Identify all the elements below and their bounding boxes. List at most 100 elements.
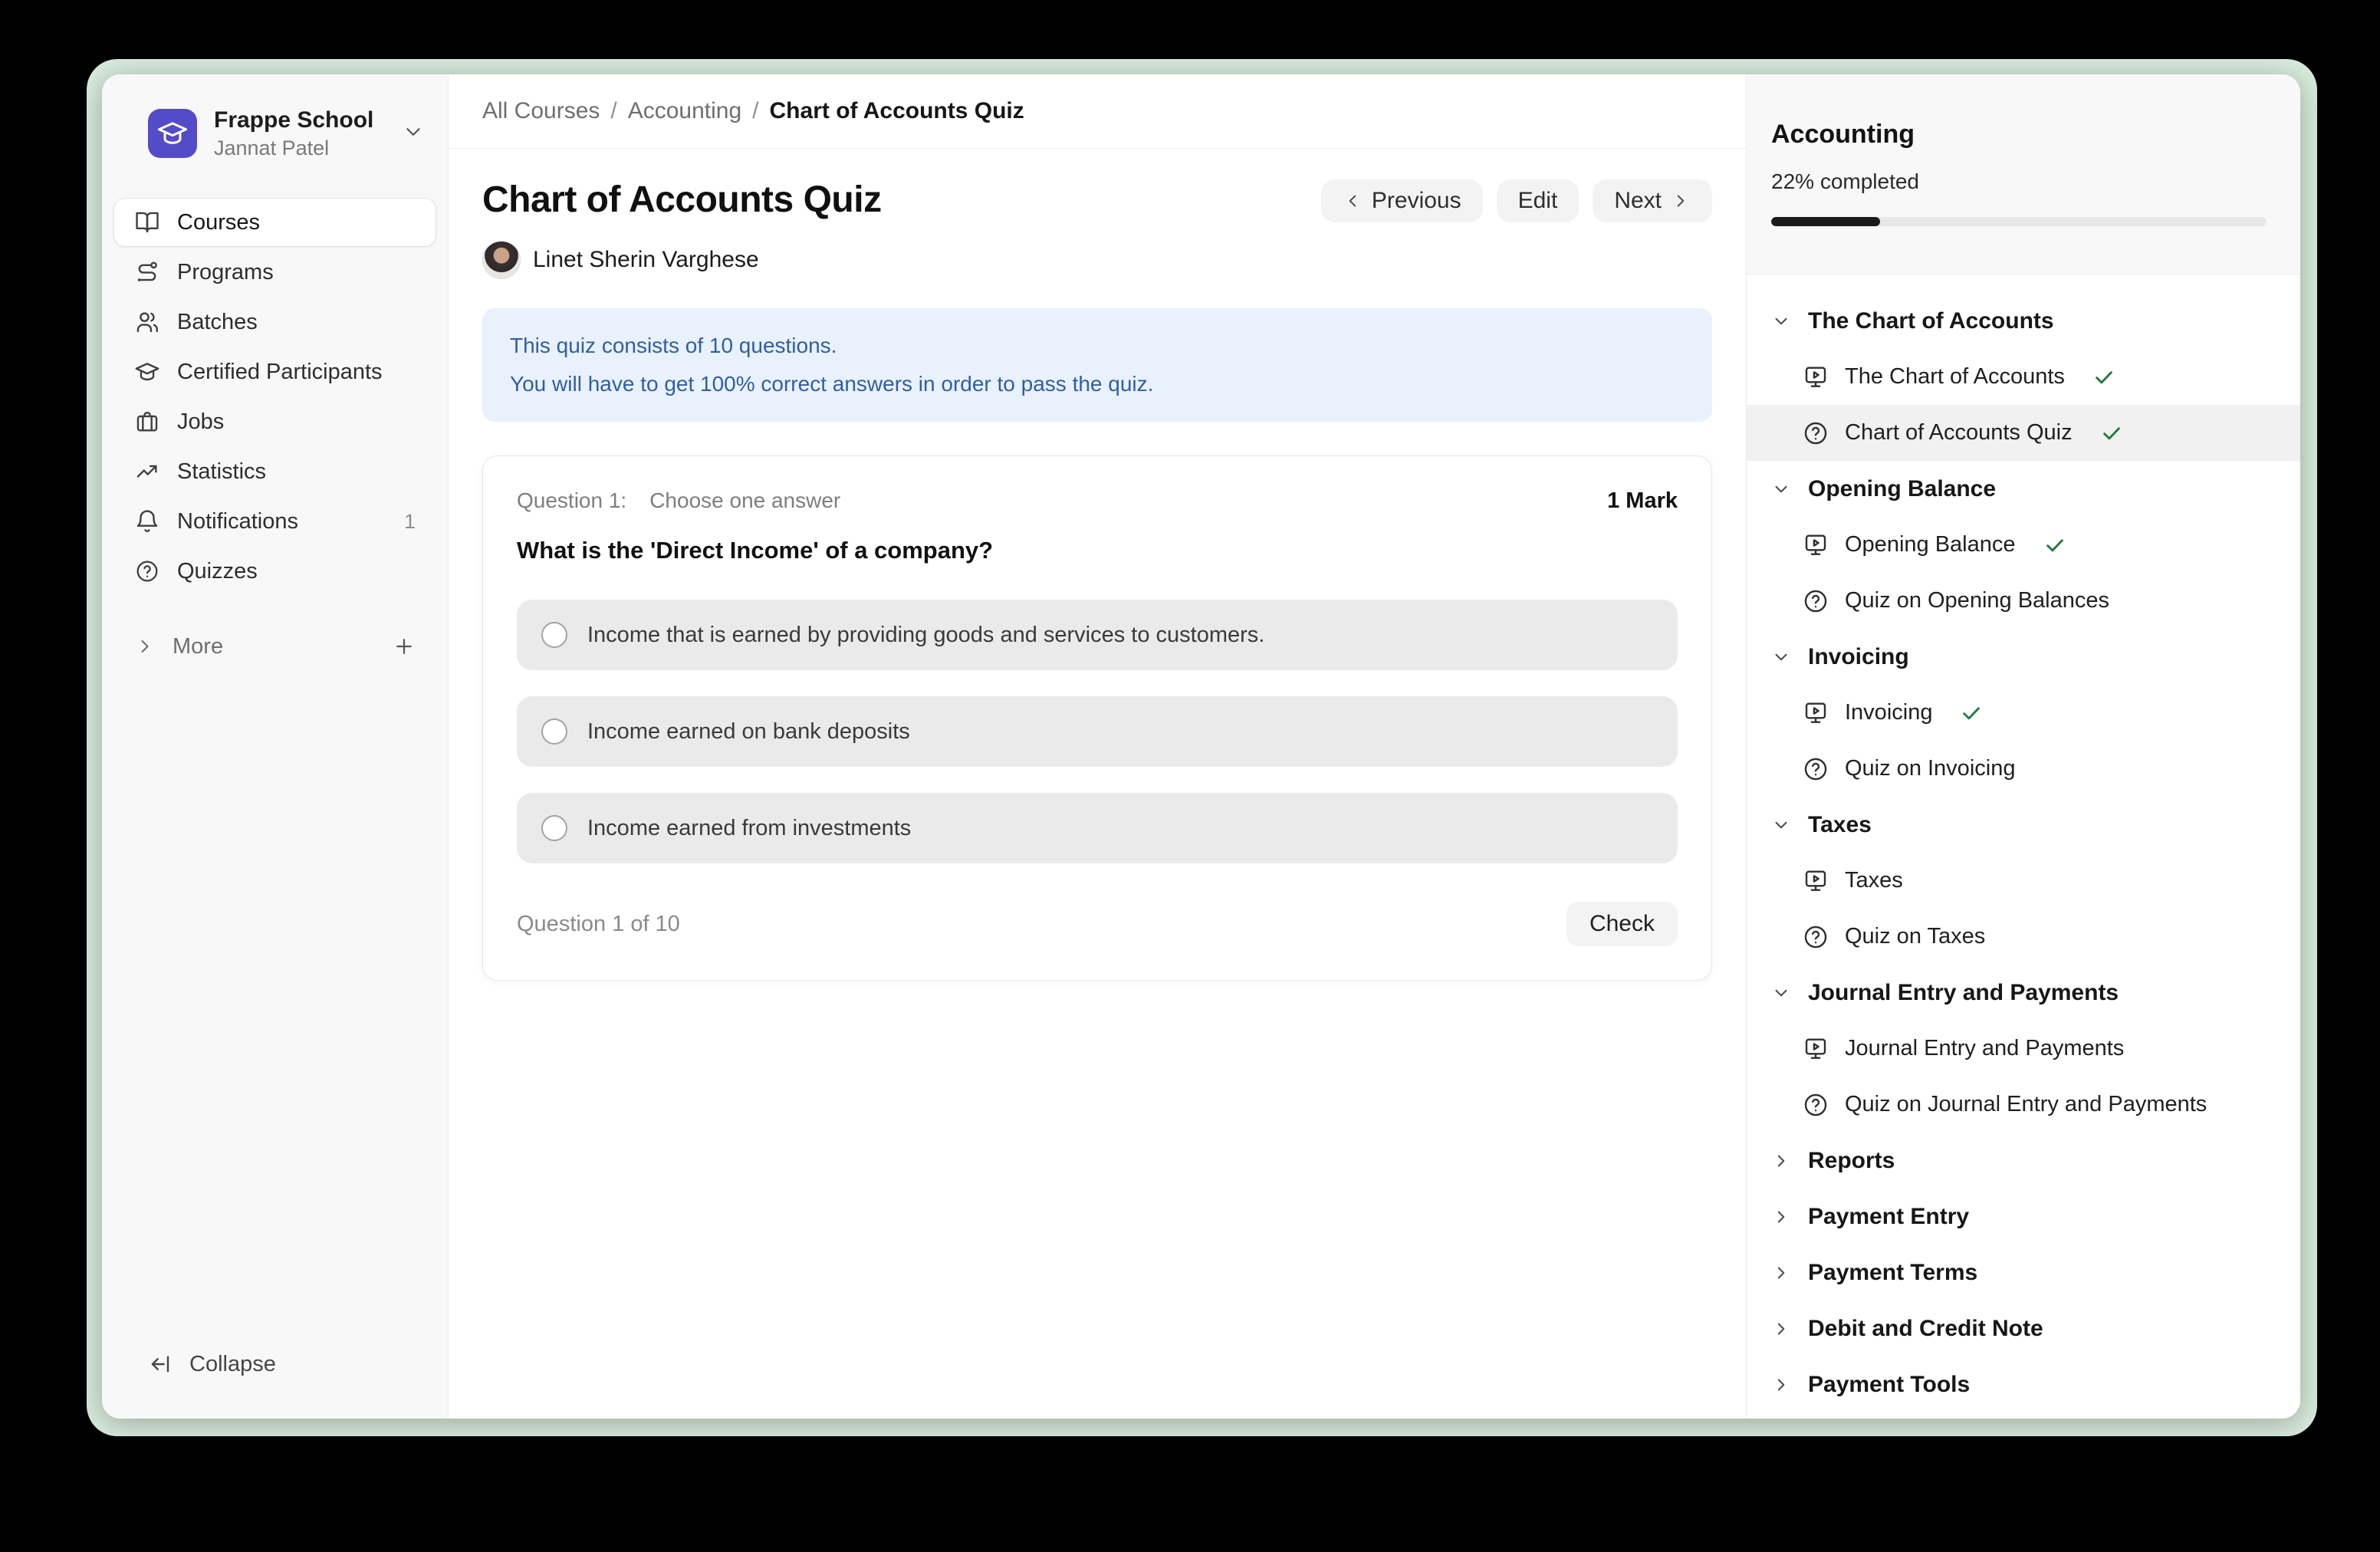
lesson-row[interactable]: Opening Balance [1747, 517, 2300, 573]
chevron-right-icon [1771, 1151, 1791, 1171]
check-icon [2092, 366, 2115, 389]
previous-button[interactable]: Previous [1321, 179, 1483, 222]
sidebar-item-programs[interactable]: Programs [114, 248, 436, 296]
lesson-label: Quiz on Journal Entry and Payments [1845, 1092, 2207, 1117]
main-content: All Courses/Accounting/Chart of Accounts… [449, 74, 1746, 1419]
sidebar-item-certified-participants[interactable]: Certified Participants [114, 348, 436, 396]
chapter-row[interactable]: Debit and Credit Note [1747, 1300, 2300, 1356]
help-circle-icon [1802, 923, 1829, 951]
trending-up-icon [134, 459, 160, 485]
lesson-row[interactable]: Taxes [1747, 853, 2300, 909]
chevron-right-icon [1771, 1375, 1791, 1395]
lesson-row[interactable]: The Chart of Accounts [1747, 349, 2300, 405]
question-pagination: Question 1 of 10 [517, 912, 680, 937]
sidebar-more[interactable]: More [114, 623, 436, 670]
progress-bar-fill [1771, 217, 1880, 226]
chapter-row[interactable]: Payment Entry [1747, 1189, 2300, 1245]
notification-count-badge: 1 [404, 510, 416, 534]
page-actions: Previous Edit Next [1321, 179, 1712, 222]
quiz-page: Chart of Accounts Quiz Previous Edit Nex… [449, 149, 1746, 1419]
chapter-label: Payment Terms [1808, 1260, 1977, 1286]
chevron-right-icon [1771, 1263, 1791, 1283]
sidebar-item-quizzes[interactable]: Quizzes [114, 547, 436, 595]
course-title: Accounting [1771, 119, 2267, 150]
breadcrumb-item[interactable]: All Courses [482, 98, 600, 124]
more-label: More [173, 634, 223, 659]
progress-bar [1771, 217, 2267, 226]
question-card: Question 1: Choose one answer 1 Mark Wha… [482, 455, 1712, 981]
chapter-row[interactable]: Taxes [1747, 797, 2300, 853]
lesson-label: The Chart of Accounts [1845, 364, 2065, 390]
radio-button[interactable] [541, 622, 567, 648]
sidebar-item-label: Batches [177, 310, 416, 335]
quiz-option[interactable]: Income earned from investments [517, 793, 1678, 863]
monitor-play-icon [1802, 867, 1829, 895]
chevron-down-icon[interactable] [402, 120, 425, 147]
plus-icon[interactable] [393, 635, 416, 658]
monitor-play-icon [1802, 1035, 1829, 1063]
next-button[interactable]: Next [1593, 179, 1712, 222]
question-text: What is the 'Direct Income' of a company… [517, 537, 1678, 564]
check-button[interactable]: Check [1566, 902, 1678, 946]
chevron-left-icon [1343, 191, 1363, 211]
lesson-row[interactable]: Invoicing [1747, 685, 2300, 741]
chapter-label: Reports [1808, 1148, 1895, 1174]
collapse-button[interactable]: Collapse [114, 1340, 436, 1388]
briefcase-icon [134, 409, 160, 435]
lesson-row[interactable]: Quiz on Taxes [1747, 909, 2300, 965]
course-outline-panel: Accounting 22% completed The Chart of Ac… [1746, 74, 2300, 1419]
bell-icon [134, 508, 160, 534]
chevron-right-icon [1671, 191, 1691, 211]
sidebar-item-courses[interactable]: Courses [114, 199, 436, 246]
help-circle-icon [1802, 587, 1829, 615]
breadcrumb-item[interactable]: Accounting [628, 98, 741, 124]
desktop-background: Frappe School Jannat Patel Courses Progr… [0, 0, 2380, 1552]
chevron-right-icon [134, 636, 156, 657]
workspace-user: Jannat Patel [214, 136, 385, 160]
quiz-option[interactable]: Income earned on bank deposits [517, 696, 1678, 767]
breadcrumb-separator: / [752, 98, 758, 124]
sidebar-item-statistics[interactable]: Statistics [114, 448, 436, 495]
lesson-label: Quiz on Invoicing [1845, 756, 2015, 781]
help-circle-icon [1802, 1091, 1829, 1119]
lesson-row[interactable]: Quiz on Opening Balances [1747, 573, 2300, 629]
sidebar-item-notifications[interactable]: Notifications 1 [114, 498, 436, 545]
sidebar-item-label: Courses [177, 210, 416, 235]
chevron-right-icon [1771, 1207, 1791, 1227]
lesson-label: Quiz on Opening Balances [1845, 588, 2109, 613]
sidebar-item-jobs[interactable]: Jobs [114, 398, 436, 446]
lesson-label: Invoicing [1845, 700, 1932, 725]
lesson-row[interactable]: Quiz on Journal Entry and Payments [1747, 1077, 2300, 1133]
sidebar-nav: Courses Programs Batches Certified Parti… [114, 199, 436, 595]
lesson-row[interactable]: Journal Entry and Payments [1747, 1021, 2300, 1077]
chapter-row[interactable]: The Chart of Accounts [1747, 293, 2300, 349]
lesson-label: Taxes [1845, 868, 1903, 893]
notice-line-2: You will have to get 100% correct answer… [510, 365, 1685, 403]
collapse-left-icon [148, 1352, 173, 1376]
quiz-option[interactable]: Income that is earned by providing goods… [517, 600, 1678, 670]
sidebar-item-batches[interactable]: Batches [114, 298, 436, 346]
radio-button[interactable] [541, 815, 567, 841]
chapter-row[interactable]: Opening Balance [1747, 461, 2300, 517]
chapter-label: Payment Entry [1808, 1204, 1969, 1230]
workspace-title: Frappe School [214, 107, 385, 134]
question-marks: 1 Mark [1607, 488, 1678, 514]
radio-button[interactable] [541, 718, 567, 745]
lesson-label: Quiz on Taxes [1845, 924, 1985, 949]
chevron-down-icon [1771, 647, 1791, 667]
question-footer: Question 1 of 10 Check [517, 902, 1678, 946]
workspace-switcher[interactable]: Frappe School Jannat Patel [114, 94, 436, 173]
option-label: Income that is earned by providing goods… [587, 623, 1264, 648]
question-number-label: Question 1: [517, 488, 626, 513]
chapter-row[interactable]: Payment Tools [1747, 1356, 2300, 1412]
lesson-row[interactable]: Quiz on Invoicing [1747, 741, 2300, 797]
edit-button[interactable]: Edit [1497, 179, 1580, 222]
notice-line-1: This quiz consists of 10 questions. [510, 327, 1685, 365]
sidebar-item-label: Notifications [177, 509, 387, 534]
chapter-row[interactable]: Reports [1747, 1133, 2300, 1189]
lesson-row[interactable]: Chart of Accounts Quiz [1747, 405, 2300, 461]
chapter-row[interactable]: Invoicing [1747, 629, 2300, 685]
chapter-row[interactable]: Journal Entry and Payments [1747, 965, 2300, 1021]
title-row: Chart of Accounts Quiz Previous Edit Nex… [482, 178, 1712, 222]
chapter-row[interactable]: Payment Terms [1747, 1245, 2300, 1300]
